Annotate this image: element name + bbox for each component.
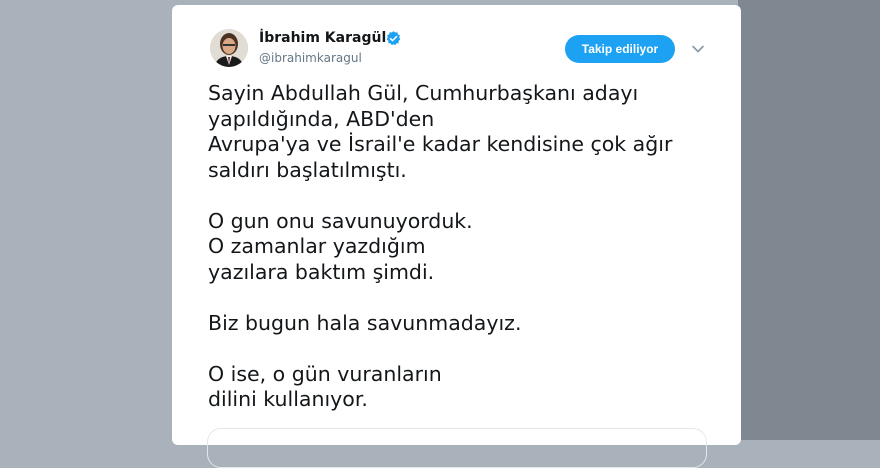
embedded-card[interactable] — [207, 428, 707, 468]
avatar[interactable] — [210, 29, 248, 67]
verified-badge-icon — [386, 31, 401, 46]
chevron-down-icon[interactable] — [690, 41, 706, 57]
following-button[interactable]: Takip ediliyor — [565, 35, 675, 63]
tweet-text: Sayin Abdullah Gül, Cumhurbaşkanı adayı … — [208, 81, 673, 411]
author-handle[interactable]: @ibrahimkaragul — [259, 51, 362, 65]
avatar-photo-icon — [210, 29, 248, 67]
page-background-dark — [738, 0, 880, 440]
author-display-name[interactable]: İbrahim Karagül — [259, 30, 386, 46]
tweet-card: İbrahim Karagül @ibrahimkaragul Takip ed… — [172, 5, 741, 468]
